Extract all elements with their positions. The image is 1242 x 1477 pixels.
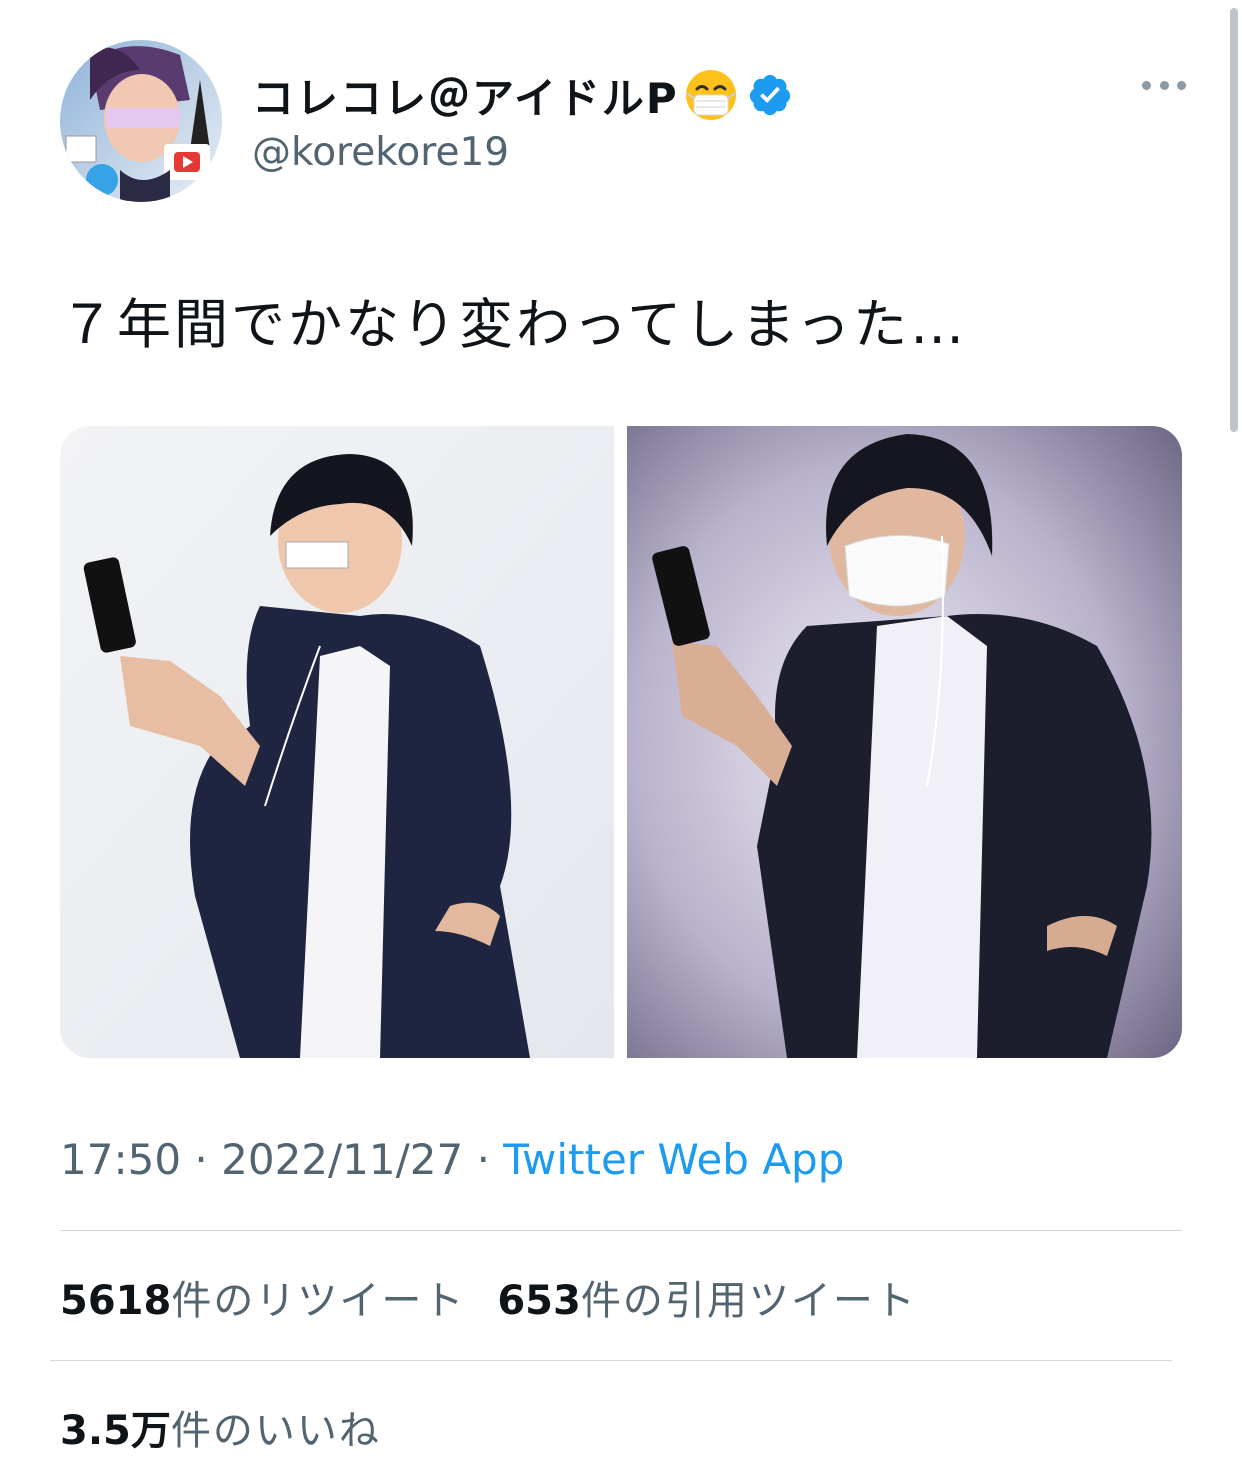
divider bbox=[60, 1230, 1182, 1231]
quotes-count: 653 bbox=[497, 1278, 581, 1324]
face-with-medical-mask-icon bbox=[685, 70, 737, 120]
verified-badge-icon bbox=[749, 74, 790, 116]
photo-after[interactable] bbox=[627, 426, 1182, 1058]
avatar[interactable] bbox=[60, 40, 222, 202]
likes-label: 件のいいね bbox=[170, 1408, 381, 1454]
likes-count: 3.5万 bbox=[60, 1408, 171, 1454]
divider bbox=[50, 1360, 1172, 1361]
retweets-label: 件のリツイート bbox=[171, 1278, 466, 1324]
meta-separator: · bbox=[476, 1135, 490, 1184]
tweet-text: ７年間でかなり変わってしまった… bbox=[60, 293, 968, 356]
meta-separator: · bbox=[194, 1135, 208, 1184]
tweet-date[interactable]: 2022/11/27 bbox=[221, 1135, 463, 1184]
likes-stat[interactable]: 3.5万件のいいね bbox=[60, 1398, 381, 1456]
tweet-meta: 17:50 · 2022/11/27 · Twitter Web App bbox=[60, 1135, 844, 1184]
more-options-icon[interactable] bbox=[1142, 78, 1186, 92]
photo-before[interactable] bbox=[60, 426, 614, 1058]
handle[interactable]: @korekore19 bbox=[252, 130, 793, 175]
retweets-stat[interactable]: 5618件のリツイート bbox=[60, 1268, 465, 1326]
tweet-stats: 5618件のリツイート 653件の引用ツイート bbox=[60, 1268, 949, 1326]
quotes-stat[interactable]: 653件の引用ツイート bbox=[497, 1268, 917, 1326]
tweet-time[interactable]: 17:50 bbox=[60, 1135, 181, 1184]
tweet-media bbox=[60, 426, 1182, 1058]
retweets-count: 5618 bbox=[60, 1278, 172, 1324]
tweet-header: コレコレ＠アイドルP @korekore19 bbox=[60, 40, 1190, 210]
quotes-label: 件の引用ツイート bbox=[580, 1278, 917, 1324]
tweet-source-link[interactable]: Twitter Web App bbox=[503, 1135, 844, 1184]
scrollbar[interactable] bbox=[1230, 8, 1238, 432]
display-name[interactable]: コレコレ＠アイドルP bbox=[252, 65, 679, 126]
